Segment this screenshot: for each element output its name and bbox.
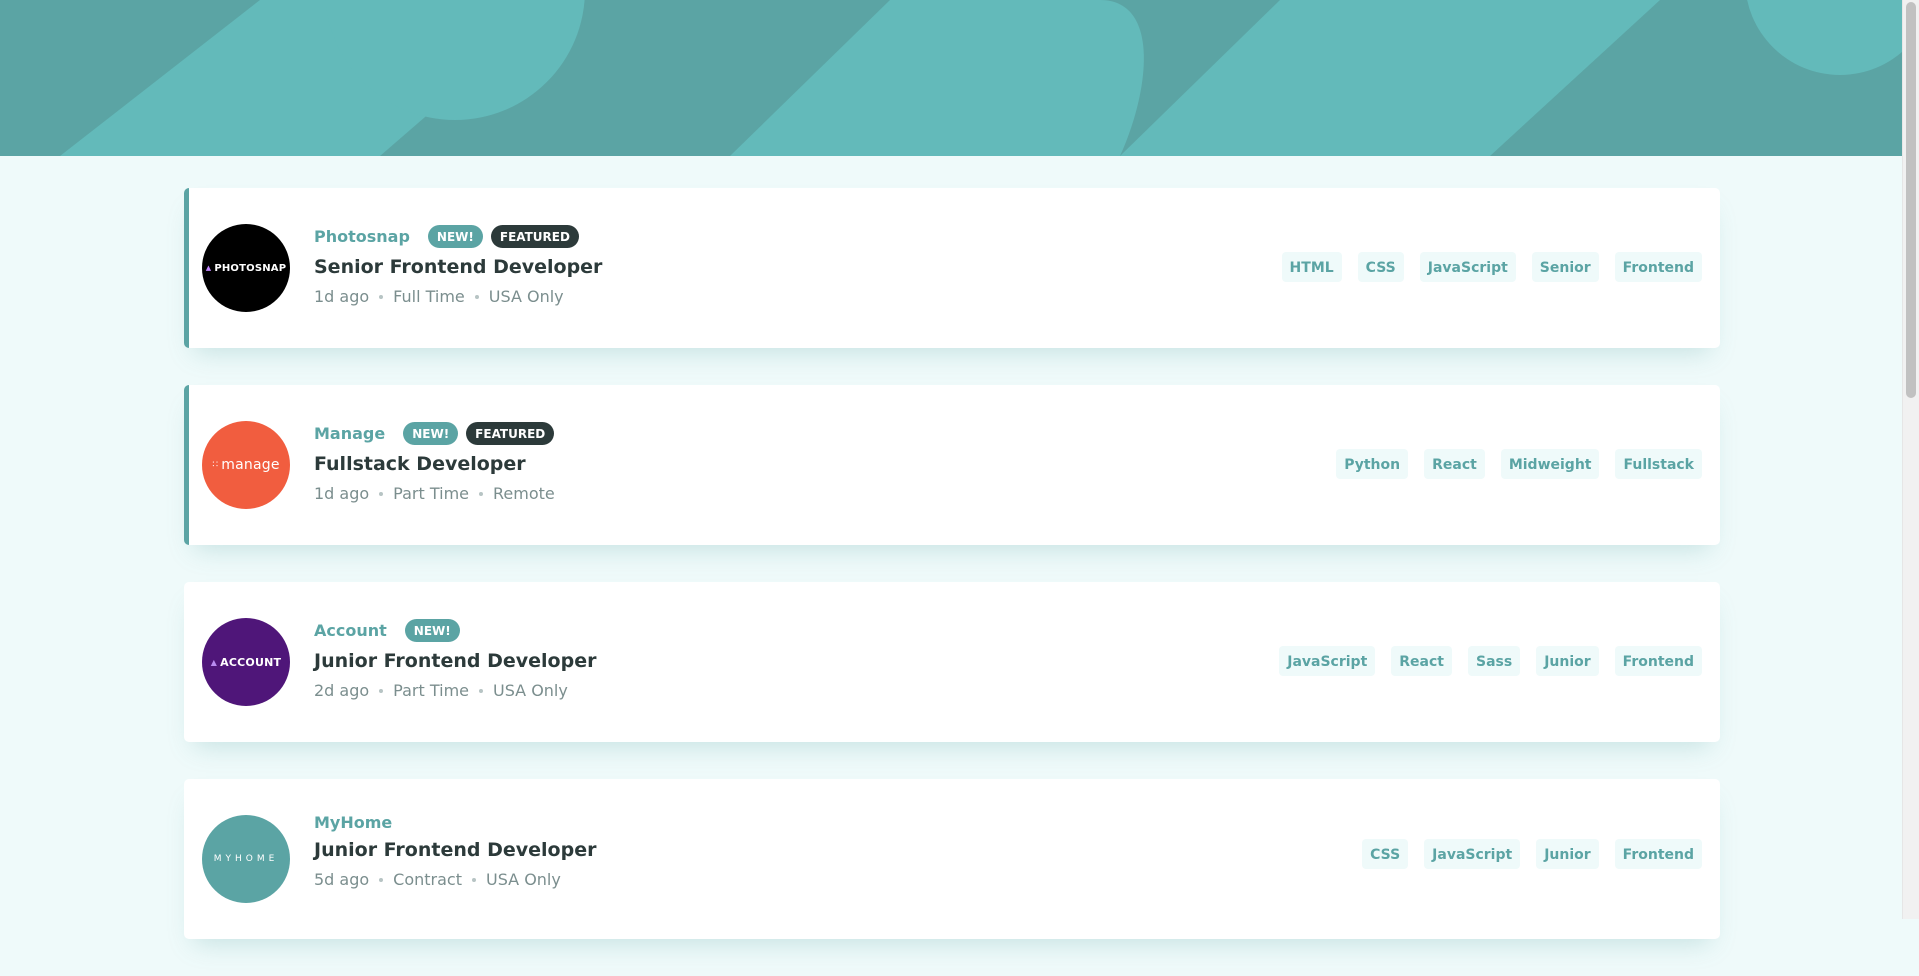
tag-list: JavaScript React Sass Junior Frontend: [1263, 646, 1702, 676]
job-card-myhome[interactable]: MYHOME MyHome Junior Frontend Developer …: [184, 779, 1720, 939]
posted-at: 1d ago: [314, 287, 370, 306]
header-pattern: [0, 0, 1902, 156]
scrollbar-thumb[interactable]: [1906, 2, 1916, 398]
header-banner: [0, 0, 1902, 156]
company-name[interactable]: Account: [314, 621, 387, 640]
new-badge: NEW!: [427, 224, 483, 248]
new-badge: NEW!: [403, 421, 459, 445]
logo-text: MYHOME: [213, 854, 279, 864]
tag-list: Python React Midweight Fullstack: [1320, 449, 1702, 479]
filter-tag[interactable]: JavaScript: [1424, 839, 1521, 869]
separator-dot: [379, 877, 384, 882]
location: USA Only: [486, 870, 561, 889]
new-badge: NEW!: [404, 618, 460, 642]
position-title[interactable]: Fullstack Developer: [314, 453, 562, 475]
filter-tag[interactable]: CSS: [1362, 839, 1409, 869]
filter-tag[interactable]: Junior: [1536, 839, 1599, 869]
page-scrollbar[interactable]: [1902, 0, 1919, 919]
company-logo: ▲ ACCOUNT: [202, 618, 290, 706]
company-name[interactable]: MyHome: [314, 813, 392, 832]
filter-tag[interactable]: Frontend: [1614, 252, 1702, 282]
filter-tag[interactable]: CSS: [1357, 252, 1404, 282]
featured-badge: FEATURED: [466, 421, 555, 445]
filter-tag[interactable]: Python: [1336, 449, 1409, 479]
separator-dot: [479, 491, 483, 496]
position-title[interactable]: Junior Frontend Developer: [314, 650, 596, 672]
job-card-account[interactable]: ▲ ACCOUNT Account NEW! Junior Frontend D…: [184, 582, 1720, 742]
job-card-manage[interactable]: ∷ manage Manage NEW! FEATURED Fullstack …: [184, 385, 1720, 545]
filter-tag[interactable]: React: [1391, 646, 1452, 676]
separator-dot: [379, 491, 384, 496]
tag-list: CSS JavaScript Junior Frontend: [1346, 839, 1702, 869]
company-logo: ∷ manage: [202, 421, 290, 509]
location: USA Only: [493, 681, 568, 700]
position-title[interactable]: Senior Frontend Developer: [314, 256, 602, 278]
position-title[interactable]: Junior Frontend Developer: [314, 839, 596, 861]
logo-mark-icon: ∷: [212, 460, 219, 470]
filter-tag[interactable]: Frontend: [1614, 839, 1702, 869]
logo-mark-icon: ▲: [205, 264, 212, 272]
filter-tag[interactable]: Sass: [1467, 646, 1521, 676]
filter-tag[interactable]: Frontend: [1614, 646, 1702, 676]
logo-text: ACCOUNT: [220, 655, 282, 669]
filter-tag[interactable]: HTML: [1281, 252, 1342, 282]
job-list: ▲ PHOTOSNAP Photosnap NEW! FEATURED Seni…: [184, 188, 1720, 976]
filter-tag[interactable]: JavaScript: [1419, 252, 1516, 282]
logo-text: PHOTOSNAP: [214, 262, 287, 274]
company-logo: ▲ PHOTOSNAP: [202, 224, 290, 312]
separator-dot: [379, 294, 384, 299]
separator-dot: [472, 877, 476, 882]
filter-tag[interactable]: Midweight: [1500, 449, 1600, 479]
location: USA Only: [488, 287, 564, 306]
posted-at: 2d ago: [314, 681, 370, 700]
filter-tag[interactable]: React: [1424, 449, 1485, 479]
logo-text: manage: [221, 457, 280, 473]
separator-dot: [379, 688, 384, 693]
tag-list: HTML CSS JavaScript Senior Frontend: [1266, 252, 1702, 282]
contract-type: Part Time: [393, 681, 469, 700]
separator-dot: [474, 294, 479, 299]
company-name[interactable]: Manage: [314, 424, 385, 443]
posted-at: 1d ago: [314, 484, 370, 503]
separator-dot: [479, 688, 483, 693]
contract-type: Part Time: [393, 484, 469, 503]
company-logo: MYHOME: [202, 815, 290, 903]
filter-tag[interactable]: JavaScript: [1279, 646, 1376, 676]
logo-mark-icon: ▲: [210, 657, 218, 667]
contract-type: Contract: [393, 870, 462, 889]
contract-type: Full Time: [393, 287, 465, 306]
posted-at: 5d ago: [314, 870, 370, 889]
filter-tag[interactable]: Junior: [1536, 646, 1599, 676]
company-name[interactable]: Photosnap: [314, 227, 410, 246]
filter-tag[interactable]: Fullstack: [1615, 449, 1702, 479]
job-card-photosnap[interactable]: ▲ PHOTOSNAP Photosnap NEW! FEATURED Seni…: [184, 188, 1720, 348]
featured-badge: FEATURED: [490, 224, 579, 248]
location: Remote: [493, 484, 555, 503]
filter-tag[interactable]: Senior: [1531, 252, 1599, 282]
